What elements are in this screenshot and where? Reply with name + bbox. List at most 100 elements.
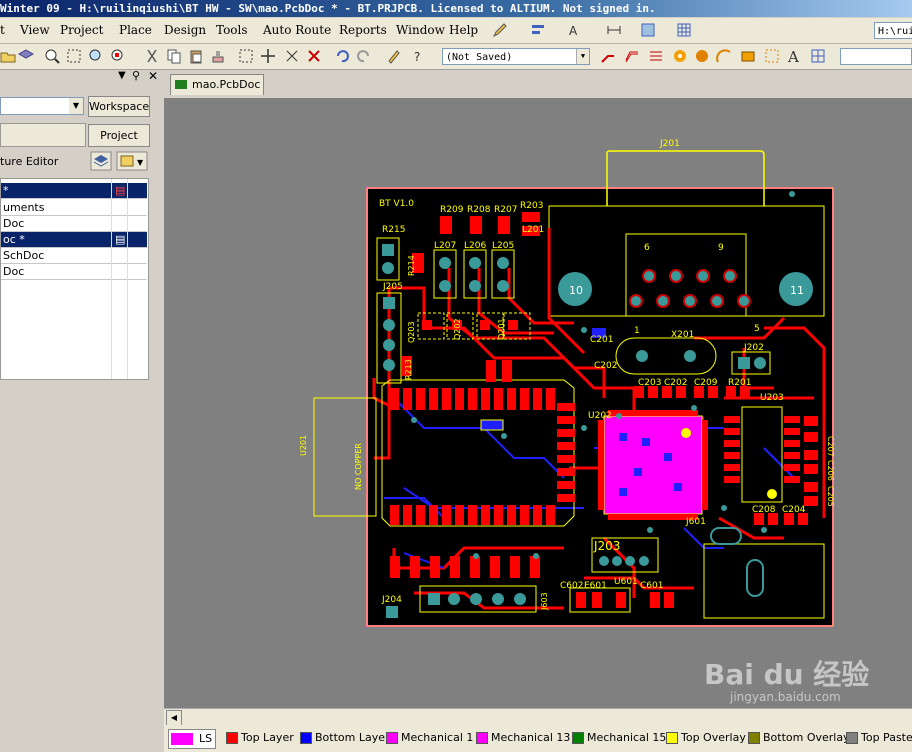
label-c501: C202 — [594, 361, 617, 371]
tab-bottom-layer[interactable]: Bottom Layer — [300, 729, 390, 747]
project-button[interactable]: Project — [88, 124, 150, 147]
arc-icon[interactable] — [716, 48, 732, 64]
layers-icon[interactable] — [18, 48, 34, 64]
zoom-area-icon[interactable] — [66, 48, 82, 64]
tab-top-paste[interactable]: Top Paste — [846, 729, 912, 747]
grid-icon[interactable] — [676, 22, 692, 38]
polygon-icon[interactable] — [764, 48, 780, 64]
layer-tab-label: Bottom Overlay — [763, 731, 850, 744]
layer-tab-label: Top Paste — [861, 731, 912, 744]
pad-icon[interactable] — [694, 48, 710, 64]
tab-mechanical-13[interactable]: Mechanical 13 — [476, 729, 570, 747]
j204-pad — [386, 606, 398, 618]
projects-panel: ▼ ⚲ ✕ ▼ Workspace Project ture Editor ▼ … — [0, 69, 163, 752]
pin-icon[interactable]: ⚲ — [132, 69, 140, 82]
text-a-icon[interactable]: A — [566, 22, 582, 38]
svg-text:▼: ▼ — [137, 158, 144, 167]
move-icon[interactable] — [260, 48, 276, 64]
clear-icon[interactable] — [306, 48, 322, 64]
label-c206: C206 — [826, 460, 835, 481]
redo-icon[interactable] — [356, 48, 372, 64]
grid-snap-icon[interactable] — [810, 48, 826, 64]
dimension-icon[interactable] — [606, 22, 622, 38]
menu-item-auto-route[interactable]: Auto Route — [263, 23, 331, 37]
rubber-stamp-icon[interactable] — [210, 48, 226, 64]
menu-item-window[interactable]: Window — [396, 23, 445, 37]
menu-item-reports[interactable]: Reports — [339, 23, 387, 37]
tree-item[interactable]: oc * ▤ — [1, 232, 147, 248]
menu-item-design[interactable]: Design — [164, 23, 206, 37]
zoom-in-icon[interactable] — [44, 48, 60, 64]
close-icon[interactable]: ✕ — [148, 69, 158, 83]
via-icon[interactable] — [672, 48, 688, 64]
layer-tab-label: Top Layer — [241, 731, 294, 744]
title-bar: Winter 09 - H:\ruilinqiushi\BT HW - SW\m… — [0, 0, 912, 17]
diff-pair-icon[interactable] — [624, 48, 640, 64]
fit-icon[interactable] — [110, 48, 126, 64]
horizontal-scrollbar[interactable]: ◀ — [164, 708, 912, 726]
tree-item[interactable]: SchDoc — [1, 248, 147, 264]
label-c202: C202 — [664, 378, 687, 388]
project-combo[interactable] — [0, 123, 86, 147]
tree-item[interactable]: * ▤ — [1, 183, 147, 199]
tree-item[interactable]: Doc — [1, 264, 147, 280]
pencil-icon[interactable] — [492, 22, 508, 38]
align-icon[interactable] — [530, 22, 546, 38]
cut-icon[interactable] — [144, 48, 160, 64]
menu-item-help[interactable]: Help — [449, 23, 478, 37]
label-no-copper: NO COPPER — [354, 443, 363, 490]
text-icon[interactable]: A — [786, 48, 802, 64]
tab-bottom-overlay[interactable]: Bottom Overlay — [748, 729, 850, 747]
baidu-watermark-logo: Bai du 经验 — [704, 653, 869, 693]
project-tree: * ▤ uments Doc oc * ▤ SchDoc Doc — [0, 178, 149, 380]
highlight-icon[interactable] — [386, 48, 402, 64]
extra-combo[interactable] — [840, 48, 912, 65]
svg-text:?: ? — [414, 50, 420, 64]
paste-icon[interactable] — [188, 48, 204, 64]
workspace-combo[interactable]: ▼ — [0, 97, 84, 115]
tree-item[interactable]: uments — [1, 200, 147, 216]
fill-icon[interactable] — [740, 48, 756, 64]
route-icon[interactable] — [600, 48, 616, 64]
menu-item-place[interactable]: Place — [119, 23, 152, 37]
label-u202: U202 — [588, 411, 612, 421]
zoom-selected-icon[interactable] — [88, 48, 104, 64]
copy-icon[interactable] — [166, 48, 182, 64]
open-icon[interactable] — [0, 48, 16, 64]
tab-mechanical-1[interactable]: Mechanical 1 — [386, 729, 473, 747]
flat-view-icon[interactable] — [90, 151, 112, 171]
structure-view-icon[interactable]: ▼ — [116, 151, 148, 171]
doc-icon: ▤ — [115, 184, 126, 197]
workspace-button[interactable]: Workspace — [88, 96, 150, 117]
variant-combo[interactable]: (Not Saved) ▼ — [442, 48, 590, 65]
tree-item-label: SchDoc — [3, 249, 45, 262]
label-c209: C209 — [694, 378, 718, 388]
panel-menu-icon[interactable]: ▼ — [118, 70, 126, 81]
menu-item-file[interactable]: t — [0, 23, 5, 37]
tab-top-overlay[interactable]: Top Overlay — [666, 729, 746, 747]
layer-swatch — [226, 732, 238, 744]
select-area-icon[interactable] — [238, 48, 254, 64]
multi-route-icon[interactable] — [648, 48, 664, 64]
layer-tab-label: Top Overlay — [681, 731, 746, 744]
tree-item[interactable]: Doc — [1, 216, 147, 232]
help-cursor-icon[interactable]: ? — [410, 48, 426, 64]
menu-item-tools[interactable]: Tools — [216, 23, 248, 37]
menu-item-project[interactable]: Project — [60, 23, 103, 37]
tab-top-layer[interactable]: Top Layer — [226, 729, 294, 747]
pcb-canvas[interactable]: BT V1.0 J201 R215 J205 R209 R208 R207 R2… — [164, 98, 912, 708]
tab-mechanical-15[interactable]: Mechanical 15 — [572, 729, 666, 747]
path-field[interactable]: H:\rui — [874, 22, 912, 39]
tab-mao-pcbdoc[interactable]: mao.PcbDoc * — [170, 74, 264, 111]
label-r207: R207 — [494, 205, 517, 215]
scroll-left-icon[interactable]: ◀ — [166, 710, 182, 726]
menu-item-view[interactable]: View — [20, 23, 50, 37]
layer-set-button[interactable]: LS — [168, 729, 216, 749]
deselect-icon[interactable] — [284, 48, 300, 64]
undo-icon[interactable] — [334, 48, 350, 64]
label-r209: R209 — [440, 205, 464, 215]
room-icon[interactable] — [640, 22, 656, 38]
label-l207: L207 — [434, 241, 456, 251]
label-j203: J203 — [593, 539, 620, 553]
svg-text:A: A — [787, 48, 799, 64]
